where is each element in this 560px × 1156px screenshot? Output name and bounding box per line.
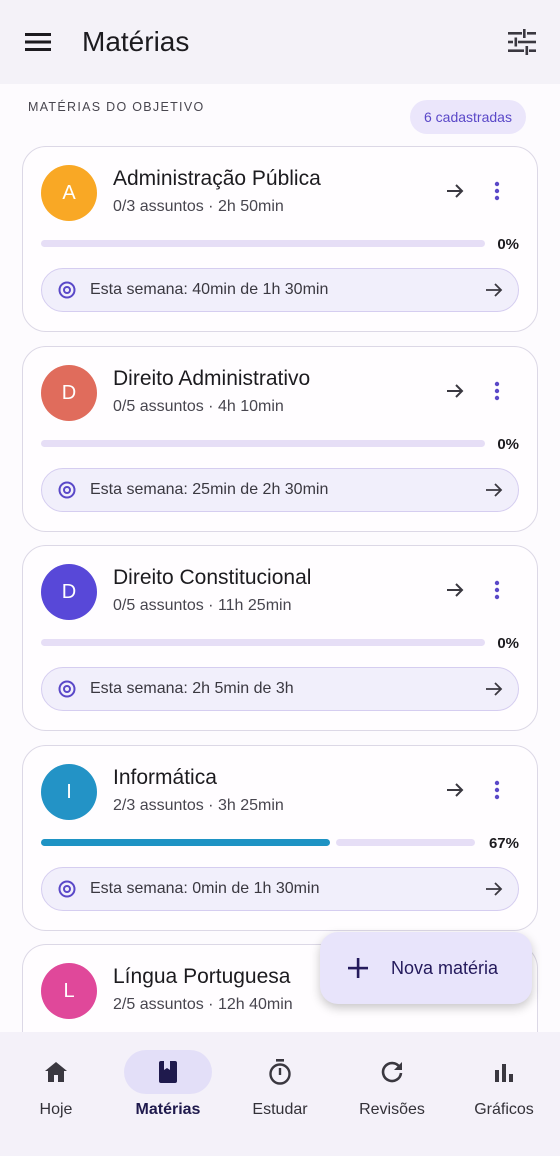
timer-icon xyxy=(269,1059,291,1085)
menu-icon[interactable] xyxy=(20,24,56,60)
subject-name: Direito Administrativo xyxy=(113,367,311,390)
subject-card[interactable]: D Direito Constitucional 0/5 assuntos · … xyxy=(22,545,538,731)
arrow-right-icon xyxy=(486,483,503,497)
nav-label: Matérias xyxy=(135,1101,201,1118)
weekly-goal-label: Esta semana: 40min de 1h 30min xyxy=(90,281,329,298)
nav-item-estudar[interactable]: Estudar xyxy=(224,1050,336,1140)
subject-meta: 2/3 assuntos · 3h 25min xyxy=(113,797,284,814)
nav-label: Estudar xyxy=(252,1101,308,1118)
target-icon xyxy=(58,880,76,898)
subject-card[interactable]: A Administração Pública 0/3 assuntos · 2… xyxy=(22,146,538,332)
open-arrow-icon[interactable] xyxy=(441,576,469,604)
more-vert-icon[interactable] xyxy=(485,377,509,405)
weekly-goal-button[interactable]: Esta semana: 0min de 1h 30min xyxy=(41,867,519,911)
more-vert-icon[interactable] xyxy=(485,776,509,804)
app-bar: Matérias xyxy=(0,0,560,84)
subject-avatar: L xyxy=(41,963,97,1019)
arrow-right-icon xyxy=(486,882,503,896)
target-icon xyxy=(58,680,76,698)
book-icon xyxy=(159,1061,177,1083)
open-arrow-icon[interactable] xyxy=(441,177,469,205)
fab-label: Nova matéria xyxy=(391,958,499,978)
progress-bar xyxy=(41,240,485,247)
nav-item-materias[interactable]: Matérias xyxy=(112,1050,224,1140)
subject-meta: 0/3 assuntos · 2h 50min xyxy=(113,198,284,215)
open-arrow-icon[interactable] xyxy=(441,776,469,804)
subject-meta: 0/5 assuntos · 11h 25min xyxy=(113,597,292,614)
weekly-goal-button[interactable]: Esta semana: 25min de 2h 30min xyxy=(41,468,519,512)
subject-avatar: D xyxy=(41,564,97,620)
refresh-icon xyxy=(381,1061,403,1083)
arrow-right-icon xyxy=(486,283,503,297)
bar-chart-icon xyxy=(495,1064,513,1082)
progress-percent: 0% xyxy=(497,635,519,652)
nav-label: Hoje xyxy=(39,1101,73,1118)
open-arrow-icon[interactable] xyxy=(441,377,469,405)
weekly-goal-button[interactable]: Esta semana: 40min de 1h 30min xyxy=(41,268,519,312)
subject-card[interactable]: D Direito Administrativo 0/5 assuntos · … xyxy=(22,346,538,532)
nav-label: Revisões xyxy=(359,1101,425,1118)
arrow-right-icon xyxy=(486,682,503,696)
section-header: MATÉRIAS DO OBJETIVO xyxy=(28,100,205,114)
nav-item-graficos[interactable]: Gráficos xyxy=(448,1050,560,1140)
weekly-goal-label: Esta semana: 25min de 2h 30min xyxy=(90,481,329,498)
target-icon xyxy=(58,281,76,299)
more-vert-icon[interactable] xyxy=(485,576,509,604)
progress-percent: 67% xyxy=(488,835,519,852)
weekly-goal-label: Esta semana: 2h 5min de 3h xyxy=(90,680,294,697)
nav-item-revisoes[interactable]: Revisões xyxy=(336,1050,448,1140)
nav-item-hoje[interactable]: Hoje xyxy=(0,1050,112,1140)
subject-avatar: D xyxy=(41,365,97,421)
progress-fill xyxy=(41,839,330,846)
progress-bar xyxy=(41,440,485,447)
tune-filter-icon[interactable] xyxy=(502,22,542,62)
more-vert-icon[interactable] xyxy=(485,177,509,205)
subject-card[interactable]: I Informática 2/3 assuntos · 3h 25min 67… xyxy=(22,745,538,931)
page-title: Matérias xyxy=(82,26,190,57)
nav-label: Gráficos xyxy=(474,1101,534,1118)
progress-percent: 0% xyxy=(497,436,519,453)
plus-icon xyxy=(348,958,368,978)
subject-name: Direito Constitucional xyxy=(113,566,312,589)
subject-avatar: I xyxy=(41,764,97,820)
weekly-goal-label: Esta semana: 0min de 1h 30min xyxy=(90,880,320,897)
target-icon xyxy=(58,481,76,499)
new-subject-fab[interactable]: Nova matéria xyxy=(320,932,532,1004)
progress-bar xyxy=(41,639,485,646)
weekly-goal-button[interactable]: Esta semana: 2h 5min de 3h xyxy=(41,667,519,711)
subject-avatar: A xyxy=(41,165,97,221)
subject-meta: 2/5 assuntos · 12h 40min xyxy=(113,996,293,1013)
subject-name: Língua Portuguesa xyxy=(113,965,291,988)
progress-track-remaining xyxy=(336,839,475,846)
progress-percent: 0% xyxy=(497,236,519,253)
count-badge: 6 cadastradas xyxy=(410,100,526,134)
home-icon xyxy=(45,1062,67,1082)
subject-name: Informática xyxy=(113,766,217,789)
bottom-navigation: Hoje Matérias Estudar Revisões Gráficos xyxy=(0,1032,560,1156)
subject-name: Administração Pública xyxy=(113,167,321,190)
subject-meta: 0/5 assuntos · 4h 10min xyxy=(113,398,284,415)
